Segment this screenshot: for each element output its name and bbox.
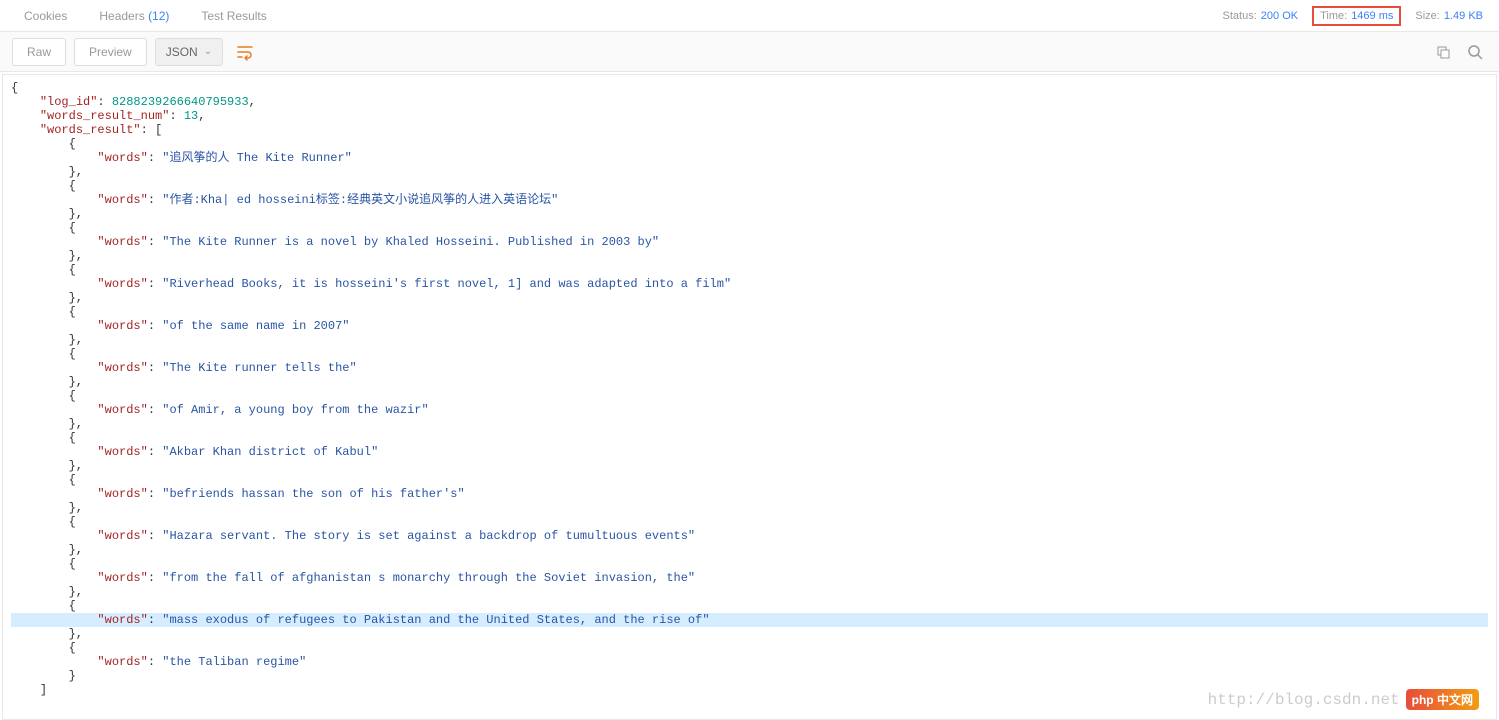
copy-icon[interactable] (1431, 40, 1455, 64)
tabs: Cookies Headers (12) Test Results (8, 1, 1223, 31)
status-label: Status: (1223, 10, 1257, 22)
format-label: JSON (166, 45, 198, 59)
time-label: Time: (1320, 10, 1347, 22)
tab-headers-count: (12) (148, 9, 169, 23)
size-label: Size: (1415, 10, 1439, 22)
search-icon[interactable] (1463, 40, 1487, 64)
raw-button[interactable]: Raw (12, 38, 66, 66)
status-value: 200 OK (1261, 10, 1298, 22)
status-bar: Status: 200 OK Time: 1469 ms Size: 1.49 … (1223, 6, 1491, 26)
response-size: Size: 1.49 KB (1415, 10, 1483, 22)
status-code: Status: 200 OK (1223, 10, 1299, 22)
wrap-toggle-icon[interactable] (231, 38, 259, 66)
time-value: 1469 ms (1351, 10, 1393, 22)
watermark: http://blog.csdn.net php 中文网 (1208, 689, 1479, 710)
response-time: Time: 1469 ms (1312, 6, 1401, 26)
json-response-body[interactable]: { "log_id": 8288239266640795933, "words_… (2, 74, 1497, 720)
watermark-url: http://blog.csdn.net (1208, 691, 1400, 709)
tab-headers[interactable]: Headers (12) (83, 1, 185, 31)
preview-button[interactable]: Preview (74, 38, 147, 66)
tab-cookies[interactable]: Cookies (8, 1, 83, 31)
chevron-down-icon: ⌄ (204, 46, 212, 57)
tab-test-results[interactable]: Test Results (185, 1, 282, 31)
body-toolbar: Raw Preview JSON ⌄ (0, 32, 1499, 72)
tab-headers-label: Headers (99, 9, 144, 23)
size-value: 1.49 KB (1444, 10, 1483, 22)
format-dropdown[interactable]: JSON ⌄ (155, 38, 223, 66)
watermark-badge: php 中文网 (1406, 689, 1479, 710)
response-header: Cookies Headers (12) Test Results Status… (0, 0, 1499, 32)
